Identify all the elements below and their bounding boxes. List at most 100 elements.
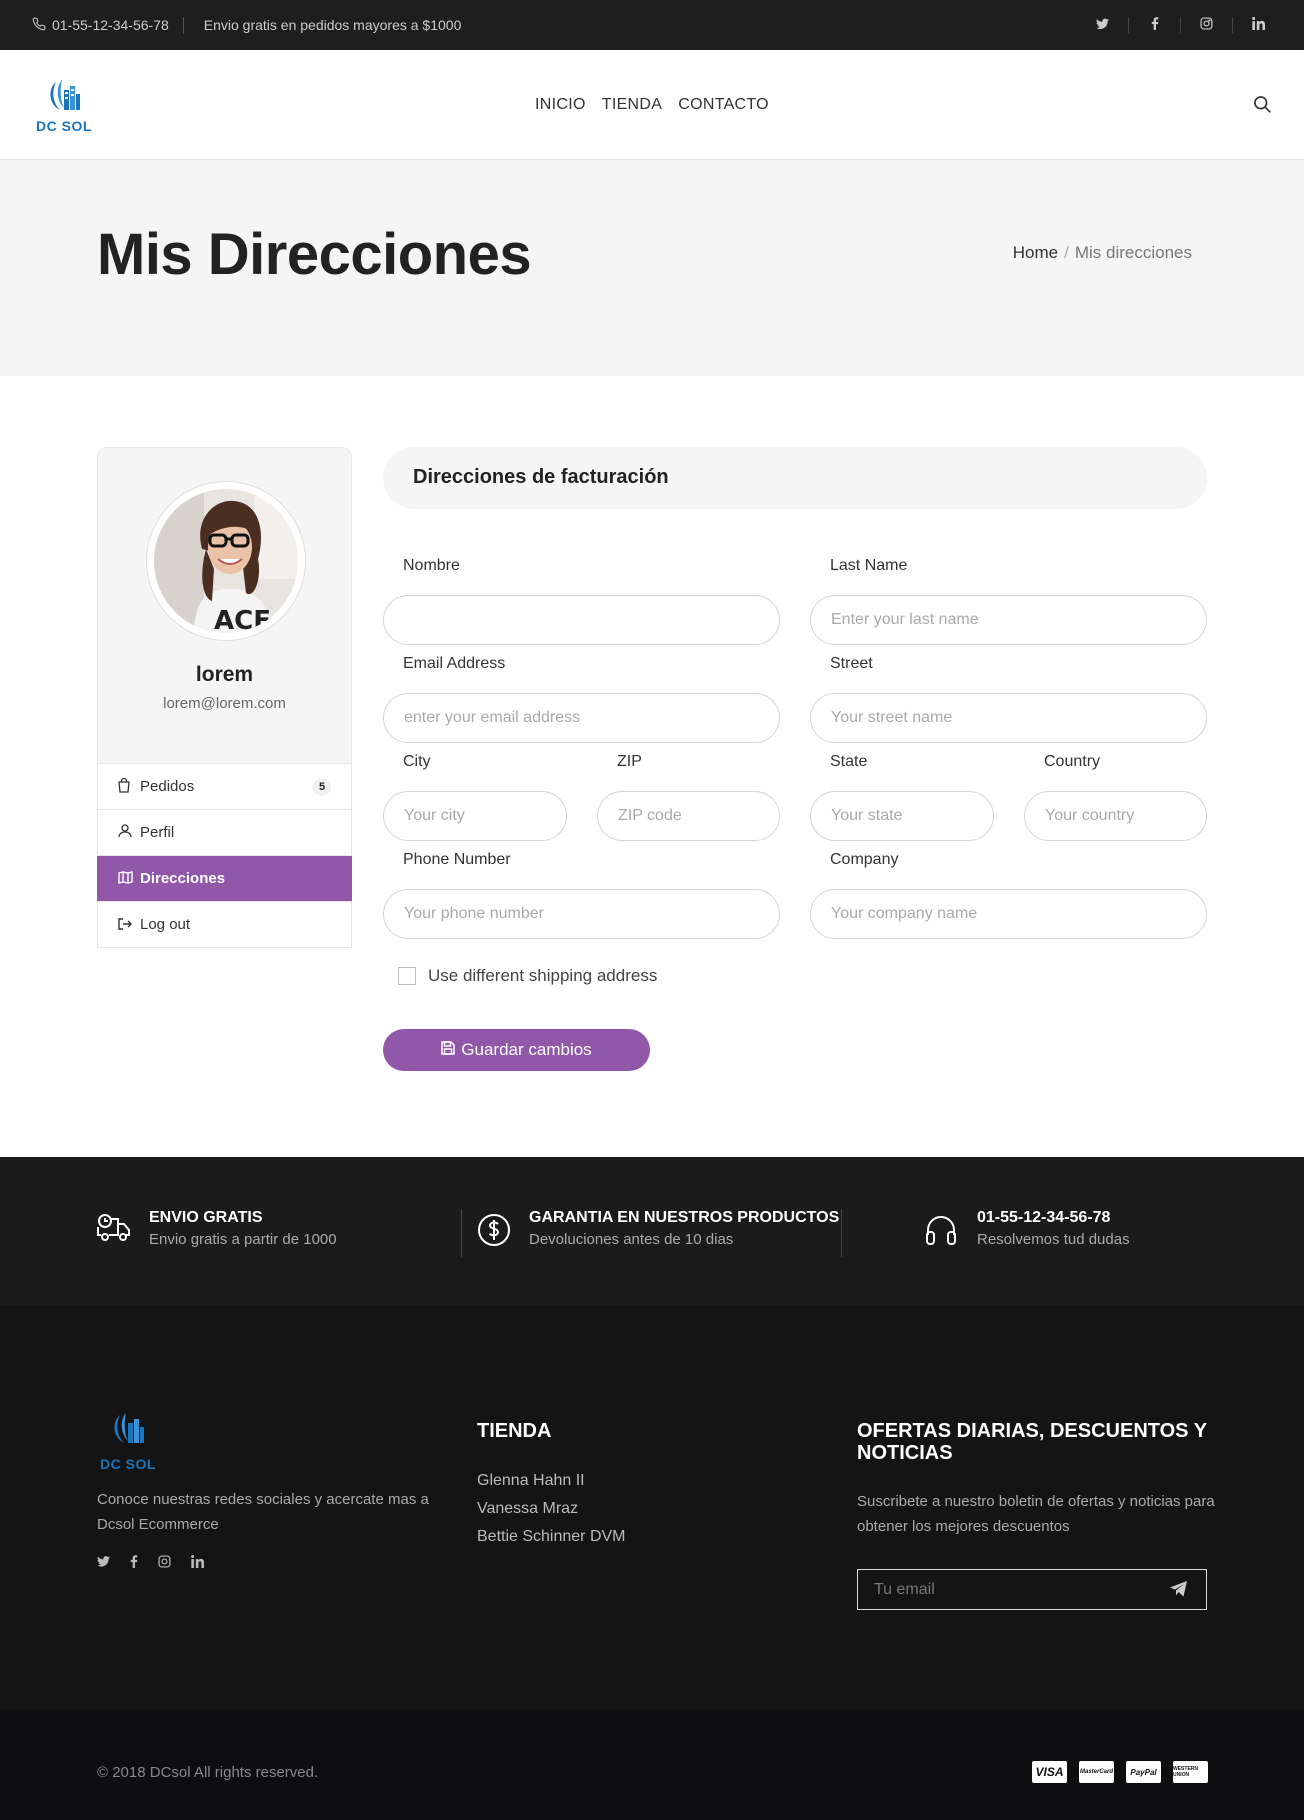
menu-item-perfil[interactable]: Perfil: [98, 810, 351, 856]
top-phone-text: 01-55-12-34-56-78: [52, 17, 169, 33]
form-heading-bar: Direcciones de facturación: [383, 447, 1207, 509]
form-heading: Direcciones de facturación: [413, 466, 669, 488]
paypal-logo: PayPal: [1126, 1761, 1161, 1783]
shipping-address-toggle[interactable]: Use different shipping address: [398, 966, 657, 986]
linkedin-icon[interactable]: [191, 1555, 204, 1571]
logo-mark: [114, 1413, 144, 1443]
page-title-banner: Mis Direcciones Home / Mis direcciones: [0, 161, 1304, 376]
email-input[interactable]: [383, 693, 780, 743]
main-nav: INICIO TIENDA CONTACTO: [0, 50, 1304, 160]
search-icon[interactable]: [1252, 94, 1272, 119]
svg-text:ACE: ACE: [214, 606, 271, 633]
breadcrumb-current: Mis direcciones: [1074, 243, 1192, 262]
top-shipping-note: Envio gratis en pedidos mayores a $1000: [203, 17, 462, 33]
footer-shop-link[interactable]: Glenna Hahn II: [477, 1467, 626, 1495]
nav-contacto[interactable]: CONTACTO: [678, 96, 769, 114]
mastercard-logo: MasterCard: [1079, 1761, 1114, 1783]
nav-inicio[interactable]: INICIO: [535, 96, 586, 114]
state-label: State: [830, 753, 868, 770]
linkedin-icon[interactable]: [1232, 17, 1284, 33]
top-social-links: [1076, 0, 1284, 50]
paper-plane-icon[interactable]: [1170, 1581, 1188, 1602]
footer-newsletter-title: OFERTAS DIARIAS, DESCUENTOS Y NOTICIAS: [857, 1420, 1207, 1464]
nav-tienda[interactable]: TIENDA: [602, 96, 662, 114]
nombre-input[interactable]: [383, 595, 780, 645]
last-name-input[interactable]: [810, 595, 1207, 645]
instagram-icon[interactable]: [1180, 17, 1232, 33]
top-bar: 01-55-12-34-56-78 Envio gratis en pedido…: [0, 0, 1304, 50]
save-button[interactable]: Guardar cambios: [383, 1029, 650, 1071]
avatar: ACE: [146, 481, 306, 641]
state-input[interactable]: [810, 791, 994, 841]
phone-icon: [32, 17, 46, 34]
user-email: lorem@lorem.com: [163, 695, 286, 712]
feature-desc: Resolvemos tud dudas: [977, 1231, 1130, 1248]
footer-logo[interactable]: DC SOL: [98, 1407, 158, 1472]
menu-item-pedidos[interactable]: Pedidos 5: [98, 764, 351, 810]
city-label: City: [403, 753, 431, 770]
field-city: City: [383, 753, 567, 841]
menu-item-label: Perfil: [140, 824, 175, 841]
menu-item-direcciones[interactable]: Direcciones: [97, 856, 352, 902]
facebook-icon[interactable]: [1128, 17, 1180, 33]
field-state: State: [810, 753, 994, 841]
menu-item-label: Direcciones: [140, 870, 226, 887]
field-zip: ZIP: [597, 753, 780, 841]
site-footer: DC SOL Conoce nuestras redes sociales y …: [0, 1305, 1304, 1710]
orders-count-badge: 5: [313, 778, 331, 796]
country-label: Country: [1044, 753, 1101, 770]
footer-shop-link[interactable]: Bettie Schinner DVM: [477, 1523, 626, 1551]
zip-input[interactable]: [597, 791, 780, 841]
shipping-checkbox-label: Use different shipping address: [428, 966, 658, 985]
email-label: Email Address: [403, 655, 506, 672]
footer-bottom-bar: © 2018 DCsol All rights reserved. VISA M…: [0, 1710, 1304, 1820]
footer-shop-title: TIENDA: [477, 1420, 552, 1442]
feature-title: ENVIO GRATIS: [149, 1209, 263, 1226]
field-company: Company: [810, 851, 1207, 939]
city-input[interactable]: [383, 791, 567, 841]
visa-logo: VISA: [1032, 1761, 1067, 1783]
field-phone: Phone Number: [383, 851, 780, 939]
payment-methods: VISA MasterCard PayPal WESTERN UNION: [1032, 1761, 1208, 1783]
copyright-text: © 2018 DCsol All rights reserved.: [97, 1764, 319, 1781]
field-last-name: Last Name: [810, 557, 1207, 645]
feature-divider: [461, 1209, 462, 1257]
user-icon: [118, 824, 140, 841]
menu-item-label: Pedidos: [140, 778, 195, 795]
avatar-photo: ACE: [154, 489, 298, 633]
street-input[interactable]: [810, 693, 1207, 743]
company-input[interactable]: [810, 889, 1207, 939]
feature-title: GARANTIA EN NUESTROS PRODUCTOS: [529, 1209, 840, 1226]
street-label: Street: [830, 655, 873, 672]
account-menu: Pedidos 5 Perfil Direcciones Log out: [97, 764, 352, 948]
facebook-icon[interactable]: [130, 1555, 138, 1571]
nombre-label: Nombre: [403, 557, 460, 574]
dollar-circle-icon: [477, 1213, 511, 1252]
feature-title: 01-55-12-34-56-78: [977, 1209, 1111, 1226]
shipping-checkbox[interactable]: [398, 967, 416, 985]
footer-shop-links: Glenna Hahn II Vanessa Mraz Bettie Schin…: [477, 1467, 626, 1551]
floppy-disk-icon: [441, 1040, 456, 1060]
breadcrumb-home[interactable]: Home: [1013, 243, 1058, 262]
menu-item-logout[interactable]: Log out: [98, 902, 351, 948]
instagram-icon[interactable]: [158, 1555, 171, 1571]
twitter-icon[interactable]: [1076, 18, 1128, 33]
map-icon: [118, 870, 140, 887]
page-title: Mis Direcciones: [97, 222, 532, 287]
newsletter-email-input[interactable]: [858, 1570, 1148, 1609]
country-input[interactable]: [1024, 791, 1207, 841]
footer-shop-link[interactable]: Vanessa Mraz: [477, 1495, 626, 1523]
breadcrumb-separator: /: [1064, 243, 1069, 262]
phone-input[interactable]: [383, 889, 780, 939]
headphones-icon: [925, 1213, 957, 1252]
phone-label: Phone Number: [403, 851, 511, 868]
footer-about: Conoce nuestras redes sociales y acercat…: [97, 1491, 429, 1533]
field-email: Email Address: [383, 655, 780, 743]
footer-newsletter-text: Suscribete a nuestro boletin de ofertas …: [857, 1493, 1215, 1535]
company-label: Company: [830, 851, 899, 868]
account-sidebar: ACE lorem lorem@lorem.com Pedidos 5 Perf…: [97, 447, 352, 948]
features-strip: ENVIO GRATIS Envio gratis a partir de 10…: [0, 1157, 1304, 1305]
field-country: Country: [1024, 753, 1207, 841]
user-name: lorem: [195, 663, 254, 686]
twitter-icon[interactable]: [97, 1555, 110, 1571]
